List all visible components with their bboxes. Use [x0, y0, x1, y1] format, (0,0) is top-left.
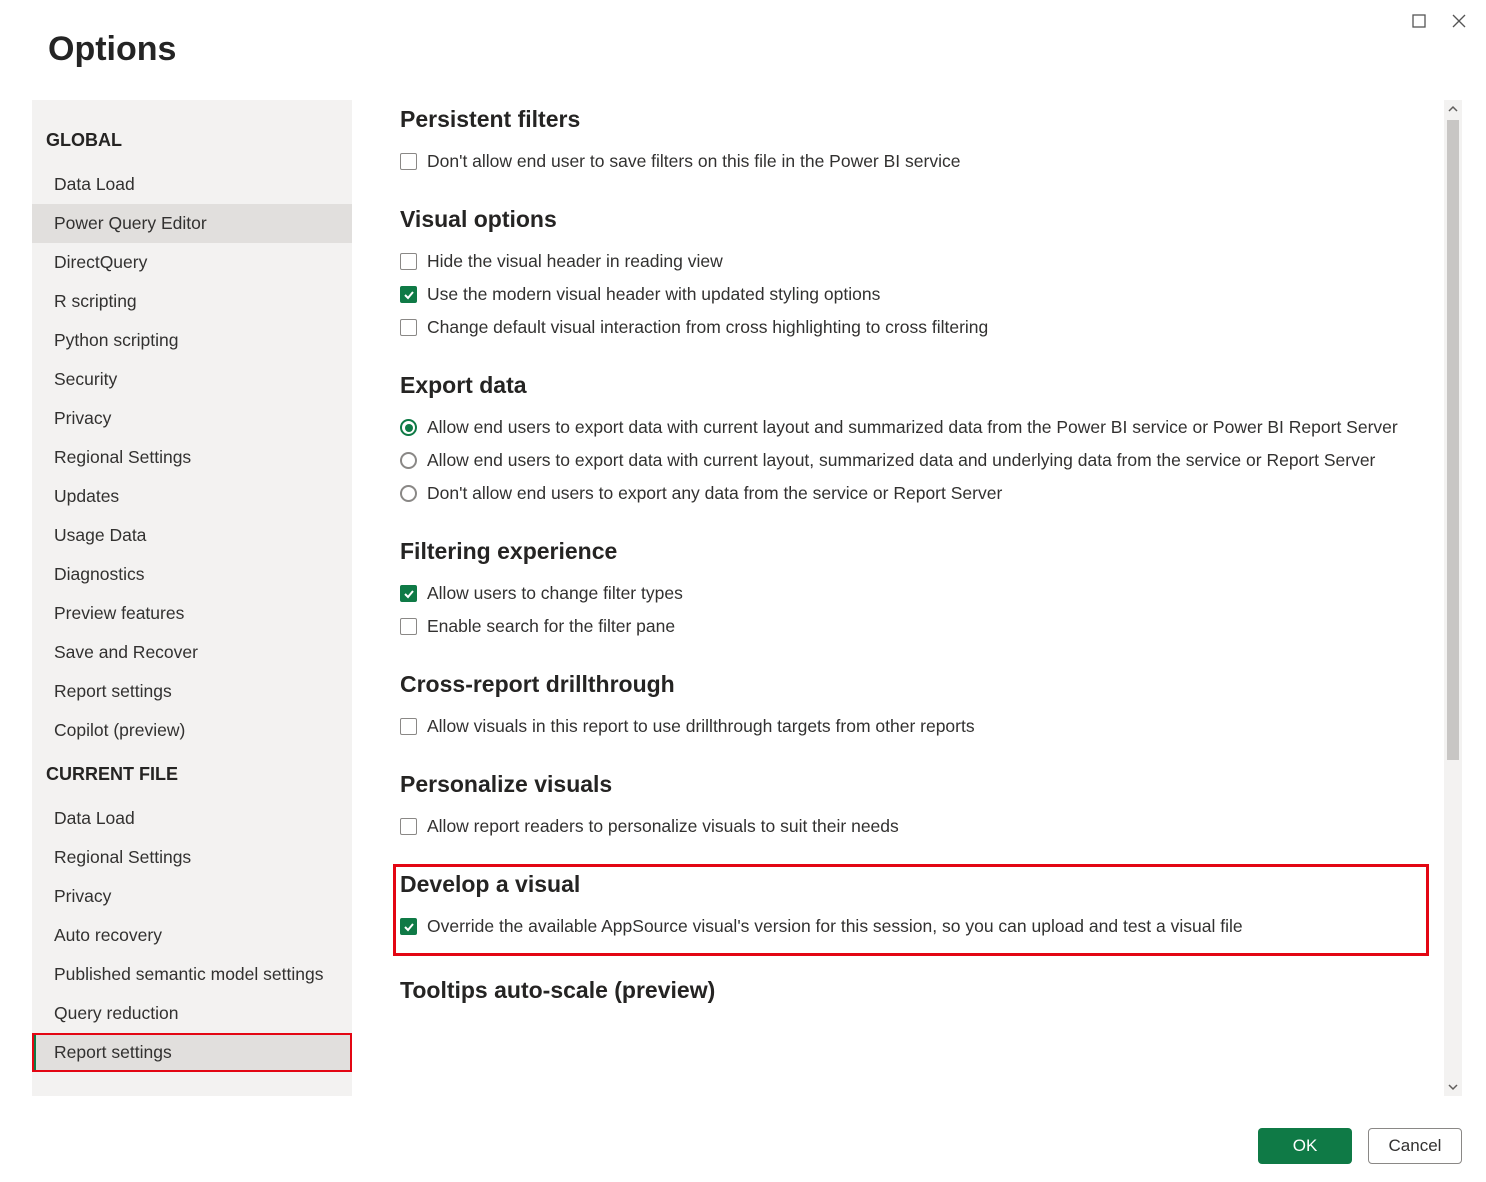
sidebar-item[interactable]: Published semantic model settings: [32, 955, 352, 994]
section-title: Cross-report drillthrough: [400, 671, 1422, 698]
sidebar-item[interactable]: Privacy: [32, 877, 352, 916]
sidebar-item[interactable]: Diagnostics: [32, 555, 352, 594]
section: Tooltips auto-scale (preview): [400, 977, 1422, 1004]
section: Personalize visuals Allow report readers …: [400, 771, 1422, 843]
checkbox[interactable]: [400, 253, 417, 270]
sidebar-item[interactable]: Privacy: [32, 399, 352, 438]
scrollbar[interactable]: [1444, 100, 1462, 1096]
sidebar-item[interactable]: Python scripting: [32, 321, 352, 360]
sidebar-item[interactable]: Auto recovery: [32, 916, 352, 955]
dialog-title: Options: [48, 30, 1486, 69]
option-row: Allow users to change filter types: [400, 577, 1422, 610]
option-row: Allow end users to export data with curr…: [400, 444, 1422, 477]
scroll-down-icon[interactable]: [1444, 1078, 1462, 1096]
sidebar-item[interactable]: Regional Settings: [32, 838, 352, 877]
sidebar-item[interactable]: Report settings: [32, 1033, 352, 1072]
titlebar-controls: [1410, 12, 1468, 30]
section: Cross-report drillthrough Allow visuals i…: [400, 671, 1422, 743]
checkbox[interactable]: [400, 618, 417, 635]
scroll-up-icon[interactable]: [1444, 100, 1462, 118]
content-area: GLOBALData LoadPower Query EditorDirectQ…: [32, 100, 1462, 1096]
sidebar-group-header: CURRENT FILE: [32, 750, 352, 799]
option-label: Change default visual interaction from c…: [427, 317, 988, 338]
sidebar-item[interactable]: R scripting: [32, 282, 352, 321]
maximize-icon[interactable]: [1410, 12, 1428, 30]
section-title: Develop a visual: [400, 871, 1414, 898]
section: Visual options Hide the visual header in …: [400, 206, 1422, 344]
checkbox[interactable]: [400, 718, 417, 735]
option-label: Override the available AppSource visual'…: [427, 916, 1243, 937]
sidebar-item[interactable]: Updates: [32, 477, 352, 516]
sidebar-item[interactable]: Copilot (preview): [32, 711, 352, 750]
option-row: Use the modern visual header with update…: [400, 278, 1422, 311]
sidebar-item[interactable]: Data Load: [32, 799, 352, 838]
option-row: Allow end users to export data with curr…: [400, 411, 1422, 444]
main-panel: Persistent filters Don't allow end user t…: [352, 100, 1462, 1096]
checkbox[interactable]: [400, 818, 417, 835]
dialog-footer: OK Cancel: [1258, 1128, 1462, 1164]
option-label: Don't allow end users to export any data…: [427, 483, 1002, 504]
option-row: Hide the visual header in reading view: [400, 245, 1422, 278]
radio[interactable]: [400, 485, 417, 502]
scrollbar-thumb[interactable]: [1447, 120, 1459, 760]
option-label: Use the modern visual header with update…: [427, 284, 880, 305]
sidebar-group-header: GLOBAL: [32, 116, 352, 165]
sidebar-item[interactable]: Power Query Editor: [32, 204, 352, 243]
option-label: Allow users to change filter types: [427, 583, 683, 604]
option-label: Allow report readers to personalize visu…: [427, 816, 899, 837]
option-row: Override the available AppSource visual'…: [400, 910, 1414, 943]
sidebar-item[interactable]: Usage Data: [32, 516, 352, 555]
option-row: Allow visuals in this report to use dril…: [400, 710, 1422, 743]
close-icon[interactable]: [1450, 12, 1468, 30]
checkbox[interactable]: [400, 585, 417, 602]
section-title: Filtering experience: [400, 538, 1422, 565]
checkbox[interactable]: [400, 319, 417, 336]
sidebar-item[interactable]: Data Load: [32, 165, 352, 204]
cancel-button[interactable]: Cancel: [1368, 1128, 1462, 1164]
option-row: Don't allow end users to export any data…: [400, 477, 1422, 510]
checkbox[interactable]: [400, 918, 417, 935]
option-label: Hide the visual header in reading view: [427, 251, 723, 272]
section: Persistent filters Don't allow end user t…: [400, 106, 1422, 178]
option-row: Allow report readers to personalize visu…: [400, 810, 1422, 843]
radio[interactable]: [400, 452, 417, 469]
section-title: Export data: [400, 372, 1422, 399]
sidebar-item[interactable]: DirectQuery: [32, 243, 352, 282]
section-title: Personalize visuals: [400, 771, 1422, 798]
option-label: Allow end users to export data with curr…: [427, 450, 1375, 471]
dialog-header: Options: [0, 0, 1486, 69]
section-title: Tooltips auto-scale (preview): [400, 977, 1422, 1004]
checkbox[interactable]: [400, 286, 417, 303]
section-title: Visual options: [400, 206, 1422, 233]
option-label: Don't allow end user to save filters on …: [427, 151, 960, 172]
option-row: Change default visual interaction from c…: [400, 311, 1422, 344]
sidebar-item[interactable]: Save and Recover: [32, 633, 352, 672]
option-row: Don't allow end user to save filters on …: [400, 145, 1422, 178]
section: Export data Allow end users to export dat…: [400, 372, 1422, 510]
checkbox[interactable]: [400, 153, 417, 170]
sidebar-item[interactable]: Security: [32, 360, 352, 399]
option-label: Allow visuals in this report to use dril…: [427, 716, 975, 737]
section-title: Persistent filters: [400, 106, 1422, 133]
sidebar-item[interactable]: Preview features: [32, 594, 352, 633]
option-row: Enable search for the filter pane: [400, 610, 1422, 643]
section: Filtering experience Allow users to chang…: [400, 538, 1422, 643]
options-sidebar: GLOBALData LoadPower Query EditorDirectQ…: [32, 100, 352, 1096]
option-label: Enable search for the filter pane: [427, 616, 675, 637]
sidebar-item[interactable]: Query reduction: [32, 994, 352, 1033]
ok-button[interactable]: OK: [1258, 1128, 1352, 1164]
option-label: Allow end users to export data with curr…: [427, 417, 1398, 438]
radio[interactable]: [400, 419, 417, 436]
section: Develop a visual Override the available A…: [400, 871, 1422, 949]
sidebar-item[interactable]: Regional Settings: [32, 438, 352, 477]
sidebar-item[interactable]: Report settings: [32, 672, 352, 711]
